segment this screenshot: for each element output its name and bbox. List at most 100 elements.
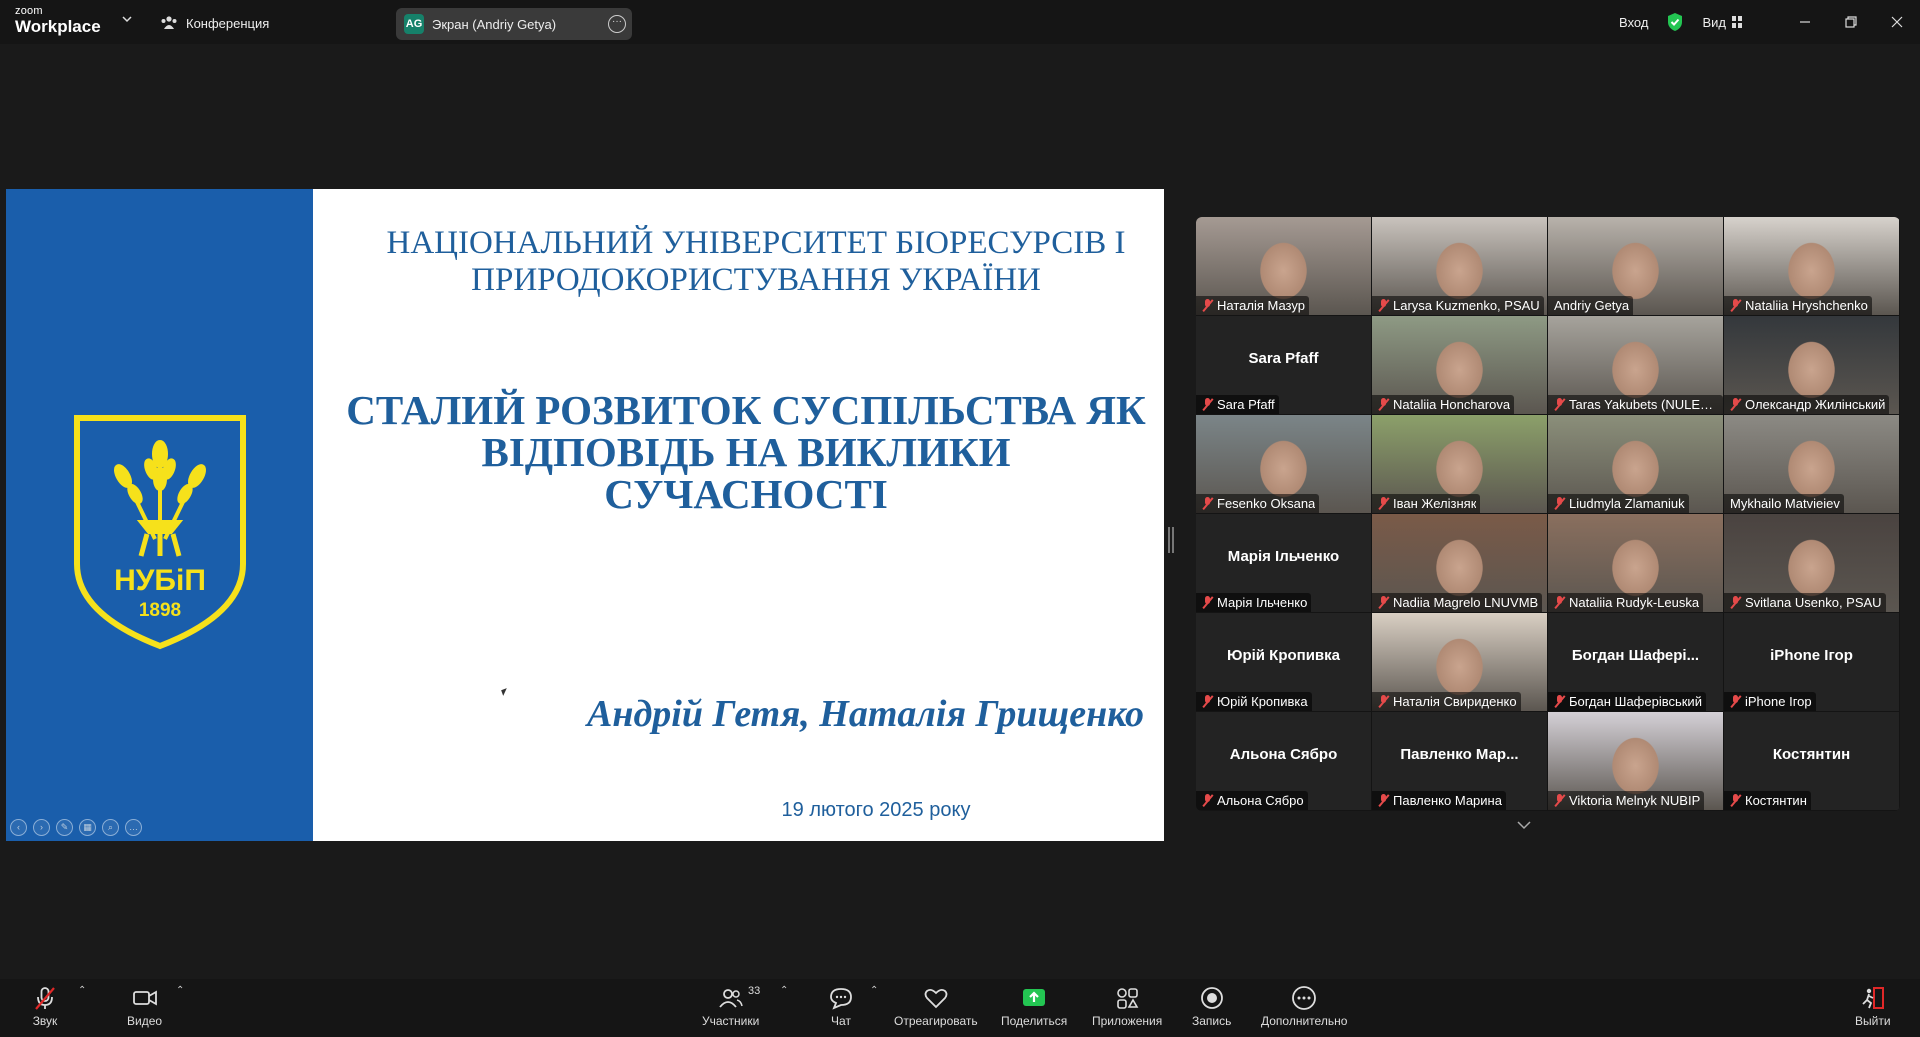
participant-name-tag: Наталія Свириденко (1372, 692, 1521, 711)
participants-label: Участники (702, 1014, 760, 1028)
participant-name: Sara Pfaff (1217, 397, 1275, 412)
microphone-muted-icon (1202, 299, 1213, 312)
grid-view-icon (1732, 16, 1742, 28)
participant-name: Viktoria Melnyk NUBIP (1569, 793, 1701, 808)
microphone-muted-icon (1378, 596, 1389, 609)
minimize-icon[interactable] (1782, 0, 1828, 44)
microphone-muted-icon (1554, 695, 1565, 708)
screen-share-indicator[interactable]: AG Экран (Andriy Getya) ··· (396, 8, 632, 40)
chevron-down-icon[interactable] (122, 14, 132, 24)
react-button[interactable]: Отреагировать (894, 985, 978, 1028)
presenter-avatar: AG (404, 14, 424, 34)
more-button[interactable]: Дополнительно (1261, 985, 1347, 1028)
participant-name-tag: Альона Сябро (1196, 791, 1308, 810)
participant-name-tag: Юрій Кропивка (1196, 692, 1312, 711)
participant-tile[interactable]: Svitlana Usenko, PSAU (1724, 514, 1899, 612)
logo-small-text: zoom (15, 5, 43, 17)
participant-name-tag: Марія Ільченко (1196, 593, 1312, 612)
slideshow-controls: ‹ › ✎ ▦ ⌕ … (10, 819, 142, 836)
login-button[interactable]: Вход (1619, 15, 1648, 30)
participant-tile[interactable]: Sara Pfaff Sara Pfaff (1196, 316, 1371, 414)
zoom-slide-icon[interactable]: ⌕ (102, 819, 119, 836)
close-icon[interactable] (1874, 0, 1920, 44)
share-screen-button[interactable]: Поделиться (1001, 985, 1067, 1028)
chat-options-caret[interactable]: ⌃ (870, 985, 878, 996)
participant-tile[interactable]: Наталія Свириденко (1372, 613, 1547, 711)
next-slide-icon[interactable]: › (33, 819, 50, 836)
audio-label: Звук (32, 1014, 58, 1028)
more-dots-icon (1292, 986, 1317, 1010)
participant-name-tag: Богдан Шаферівський (1548, 692, 1706, 711)
audio-options-caret[interactable]: ⌃ (78, 985, 86, 996)
participant-tile[interactable]: Іван Желізняк (1372, 415, 1547, 513)
participants-button[interactable]: Участники 33 (702, 985, 761, 1028)
participant-name: Nadiia Magrelo LNUVMB (1393, 595, 1539, 610)
participant-name: Svitlana Usenko, PSAU (1745, 595, 1882, 610)
participant-tile[interactable]: Fesenko Oksana (1196, 415, 1371, 513)
record-button[interactable]: Запись (1192, 985, 1231, 1028)
participant-name: Богдан Шаферівський (1569, 694, 1702, 709)
all-slides-icon[interactable]: ▦ (79, 819, 96, 836)
participant-tile[interactable]: Liudmyla Zlamaniuk (1548, 415, 1723, 513)
share-screen-icon (1023, 989, 1046, 1006)
participant-tile[interactable]: Nataliia Honcharova (1372, 316, 1547, 414)
view-menu-button[interactable]: Вид (1702, 15, 1742, 30)
conference-info-button[interactable]: Конференция (160, 12, 269, 34)
crest-year: 1898 (139, 600, 181, 621)
participant-tile[interactable]: Mykhailo Matvieiev (1724, 415, 1899, 513)
participant-tile[interactable]: Юрій Кропивка Юрій Кропивка (1196, 613, 1371, 711)
security-shield-icon[interactable] (1666, 12, 1684, 32)
conference-label: Конференция (186, 15, 270, 31)
participant-tile[interactable]: Nadiia Magrelo LNUVMB (1372, 514, 1547, 612)
participant-tile[interactable]: iPhone Ігор iPhone Ігор (1724, 613, 1899, 711)
title-bar: zoom Workplace Конференция AG Экран (And… (0, 0, 1920, 44)
chat-button[interactable]: Чат (828, 985, 854, 1028)
splitter-handle[interactable] (1168, 527, 1174, 553)
audio-button[interactable]: Звук (32, 985, 58, 1028)
heart-icon (924, 988, 948, 1009)
microphone-muted-icon (1554, 596, 1565, 609)
more-options-icon[interactable]: ··· (608, 15, 626, 33)
participant-tile[interactable]: Олександр Жилінський (1724, 316, 1899, 414)
participants-options-caret[interactable]: ⌃ (780, 985, 788, 996)
participant-name: Mykhailo Matvieiev (1730, 496, 1840, 511)
participant-display-name: Костянтин (1772, 746, 1851, 763)
previous-slide-icon[interactable]: ‹ (10, 819, 27, 836)
participant-tile[interactable]: Nataliia Rudyk-Leuska (1548, 514, 1723, 612)
participant-tile[interactable]: Марія Ільченко Марія Ільченко (1196, 514, 1371, 612)
zoom-window: zoom Workplace Конференция AG Экран (And… (0, 0, 1920, 1037)
microphone-muted-icon (35, 987, 55, 1010)
participant-name-tag: Іван Желізняк (1372, 494, 1481, 513)
video-options-caret[interactable]: ⌃ (176, 985, 184, 996)
participant-tile[interactable]: Andriy Getya (1548, 217, 1723, 315)
more-slide-options-icon[interactable]: … (125, 819, 142, 836)
participant-tile[interactable]: Костянтин Костянтин (1724, 712, 1899, 810)
participant-tile[interactable]: Наталія Мазур (1196, 217, 1371, 315)
participant-tile[interactable]: Viktoria Melnyk NUBIP (1548, 712, 1723, 810)
participants-icon (718, 989, 743, 1008)
record-icon (1200, 987, 1223, 1009)
participant-name-tag: Олександр Жилінський (1724, 395, 1890, 414)
participant-name-tag: Larysa Kuzmenko, PSAU (1372, 296, 1544, 315)
participant-tile[interactable]: Larysa Kuzmenko, PSAU (1372, 217, 1547, 315)
participant-name-tag: Наталія Мазур (1196, 296, 1309, 315)
apps-icon (1117, 988, 1139, 1009)
participant-name: Nataliia Rudyk-Leuska (1569, 595, 1700, 610)
participant-tile[interactable]: Nataliia Hryshchenko (1724, 217, 1899, 315)
participant-tile[interactable]: Богдан Шафері... Богдан Шаферівський (1548, 613, 1723, 711)
apps-button[interactable]: Приложения (1092, 985, 1162, 1028)
participant-tile[interactable]: Альона Сябро Альона Сябро (1196, 712, 1371, 810)
pen-icon[interactable]: ✎ (56, 819, 73, 836)
participant-tile[interactable]: Павленко Мар... Павленко Марина (1372, 712, 1547, 810)
microphone-muted-icon (1378, 299, 1389, 312)
video-camera-icon (132, 990, 157, 1006)
leave-button[interactable]: Выйти (1855, 985, 1891, 1028)
restore-icon[interactable] (1828, 0, 1874, 44)
zoom-logo: zoom Workplace (15, 5, 101, 36)
participant-name-tag: Viktoria Melnyk NUBIP (1548, 791, 1705, 810)
apps-label: Приложения (1092, 1014, 1163, 1028)
video-button[interactable]: Видео (127, 985, 162, 1028)
participant-tile[interactable]: Taras Yakubets (NULES ... (1548, 316, 1723, 414)
chevron-down-icon[interactable] (1505, 816, 1543, 836)
participants-count: 33 (748, 985, 761, 997)
